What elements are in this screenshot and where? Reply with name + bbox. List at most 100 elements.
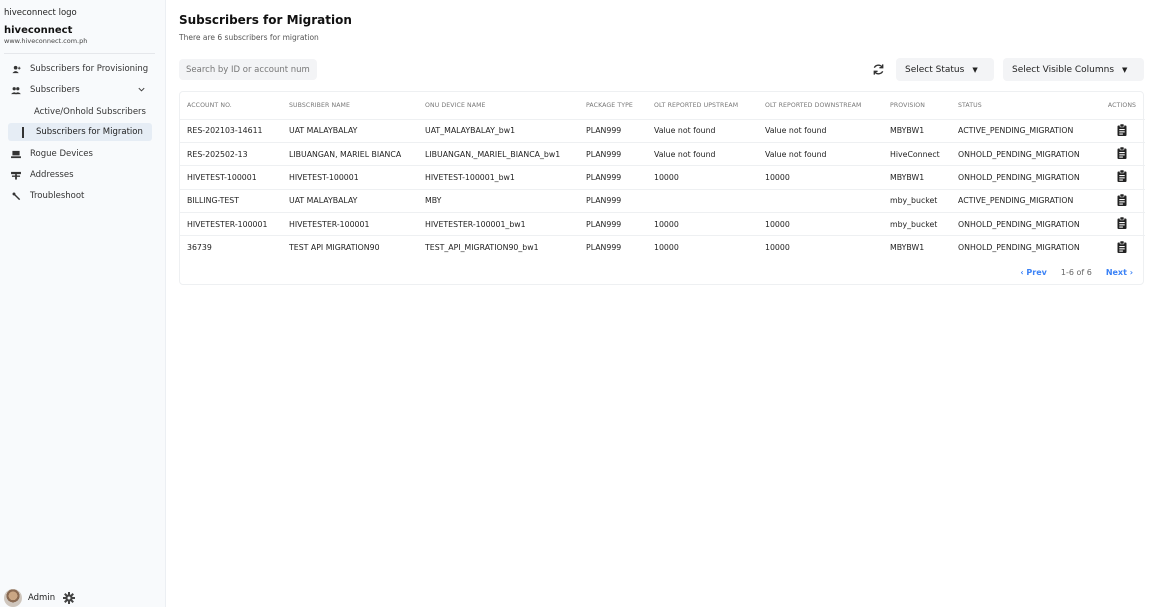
cell-package-type: PLAN999 xyxy=(579,235,647,260)
logo-alt-text: hiveconnect logo xyxy=(4,8,77,18)
cell-onu-device-name: UAT_MALAYBALAY_bw1 xyxy=(418,118,579,143)
table-row[interactable]: 36739 TEST API MIGRATION90 TEST_API_MIGR… xyxy=(180,235,1145,260)
brand-url: www.hiveconnect.com.ph xyxy=(4,37,88,45)
table-header-row: ACCOUNT NO. SUBSCRIBER NAME ONU DEVICE N… xyxy=(180,92,1145,119)
avatar[interactable] xyxy=(4,589,22,607)
users-icon xyxy=(8,86,24,95)
column-header[interactable]: STATUS xyxy=(951,92,1099,119)
prev-page-button[interactable]: ‹ Prev xyxy=(1020,268,1047,277)
cell-status: ONHOLD_PENDING_MIGRATION xyxy=(951,235,1099,260)
column-header[interactable]: PROVISION xyxy=(883,92,951,119)
sidebar-item-addresses[interactable]: Addresses xyxy=(8,166,152,184)
brand-name[interactable]: hiveconnect xyxy=(4,25,72,36)
column-header[interactable]: PACKAGE TYPE xyxy=(579,92,647,119)
table-row[interactable]: HIVETEST-100001 HIVETEST-100001 HIVETEST… xyxy=(180,165,1145,190)
cell-actions xyxy=(1099,141,1145,166)
sidebar-item-active-onhold-subscribers[interactable]: Active/Onhold Subscribers xyxy=(8,103,152,121)
cell-provision: MBYBW1 xyxy=(883,235,951,260)
sidebar-item-label: Troubleshoot xyxy=(30,191,85,201)
sidebar: hiveconnect logo hiveconnect www.hivecon… xyxy=(0,0,166,607)
sidebar-item-label: Active/Onhold Subscribers xyxy=(34,107,146,117)
cell-status: ONHOLD_PENDING_MIGRATION xyxy=(951,141,1099,166)
sidebar-item-subscribers-for-provisioning[interactable]: Subscribers for Provisioning xyxy=(8,60,152,78)
cell-status: ACTIVE_PENDING_MIGRATION xyxy=(951,118,1099,143)
cell-account-no: RES-202502-13 xyxy=(180,141,282,166)
clipboard-icon[interactable] xyxy=(1117,193,1127,206)
sidebar-item-troubleshoot[interactable]: Troubleshoot xyxy=(8,187,152,205)
sidebar-item-label: Subscribers xyxy=(30,85,80,95)
cell-olt-downstream: Value not found xyxy=(758,118,883,143)
cell-olt-upstream: 10000 xyxy=(647,212,758,236)
subscribers-table: ACCOUNT NO. SUBSCRIBER NAME ONU DEVICE N… xyxy=(180,92,1145,260)
select-visible-columns-dropdown[interactable]: Select Visible Columns ▼ xyxy=(1003,58,1144,81)
sidebar-item-subscribers-for-migration[interactable]: Subscribers for Migration xyxy=(8,123,152,141)
cell-provision: MBYBW1 xyxy=(883,118,951,143)
cell-onu-device-name: TEST_API_MIGRATION90_bw1 xyxy=(418,235,579,260)
column-header[interactable]: OLT REPORTED UPSTREAM xyxy=(647,92,758,119)
caret-down-icon: ▼ xyxy=(1122,65,1128,74)
cell-package-type: PLAN999 xyxy=(579,212,647,236)
table-row[interactable]: RES-202103-14611 UAT MALAYBALAY UAT_MALA… xyxy=(180,118,1145,143)
cell-subscriber-name: TEST API MIGRATION90 xyxy=(282,235,418,260)
cell-olt-upstream: Value not found xyxy=(647,141,758,166)
cell-olt-downstream: 10000 xyxy=(758,165,883,190)
sidebar-item-subscribers[interactable]: Subscribers xyxy=(8,81,152,99)
page-title: Subscribers for Migration xyxy=(179,13,352,27)
sidebar-divider xyxy=(4,53,155,54)
cell-package-type: PLAN999 xyxy=(579,165,647,190)
wrench-icon xyxy=(8,192,24,201)
chevron-down-icon[interactable] xyxy=(137,85,146,97)
cell-actions xyxy=(1099,188,1145,213)
cell-provision: mby_bucket xyxy=(883,212,951,236)
cell-package-type: PLAN999 xyxy=(579,188,647,213)
cell-account-no: 36739 xyxy=(180,235,282,260)
gear-icon[interactable] xyxy=(63,592,76,604)
column-header[interactable]: SUBSCRIBER NAME xyxy=(282,92,418,119)
cell-provision: mby_bucket xyxy=(883,188,951,213)
clipboard-icon[interactable] xyxy=(1117,147,1127,160)
clipboard-icon[interactable] xyxy=(1117,217,1127,230)
cell-subscriber-name: HIVETESTER-100001 xyxy=(282,212,418,236)
cell-account-no: HIVETEST-100001 xyxy=(180,165,282,190)
column-header[interactable]: ACCOUNT NO. xyxy=(180,92,282,119)
clipboard-icon[interactable] xyxy=(1117,170,1127,183)
cell-status: ACTIVE_PENDING_MIGRATION xyxy=(951,188,1099,213)
cell-actions xyxy=(1099,165,1145,190)
subscribers-table-card: ACCOUNT NO. SUBSCRIBER NAME ONU DEVICE N… xyxy=(179,91,1145,285)
table-row[interactable]: BILLING-TEST UAT MALAYBALAY MBY PLAN999 … xyxy=(180,188,1145,213)
cell-status: ONHOLD_PENDING_MIGRATION xyxy=(951,212,1099,236)
pagination: ‹ Prev 1-6 of 6 Next › xyxy=(1020,268,1133,277)
search-input[interactable] xyxy=(179,59,317,80)
cell-account-no: RES-202103-14611 xyxy=(180,118,282,143)
user-menu[interactable]: Admin xyxy=(4,589,76,607)
column-header[interactable]: ONU DEVICE NAME xyxy=(418,92,579,119)
select-status-dropdown[interactable]: Select Status ▼ xyxy=(896,58,994,81)
clipboard-icon[interactable] xyxy=(1117,240,1127,253)
cell-actions xyxy=(1099,235,1145,260)
table-row[interactable]: RES-202502-13 LIBUANGAN, MARIEL BIANCA L… xyxy=(180,141,1145,166)
cell-subscriber-name: LIBUANGAN, MARIEL BIANCA xyxy=(282,141,418,166)
cell-account-no: BILLING-TEST xyxy=(180,188,282,213)
cell-provision: HiveConnect xyxy=(883,141,951,166)
sidebar-item-rogue-devices[interactable]: Rogue Devices xyxy=(8,145,152,163)
cell-olt-downstream xyxy=(758,188,883,213)
cell-actions xyxy=(1099,212,1145,236)
cell-account-no: HIVETESTER-100001 xyxy=(180,212,282,236)
main-content: Subscribers for Migration There are 6 su… xyxy=(166,0,1162,607)
refresh-icon[interactable] xyxy=(872,63,885,79)
cell-provision: MBYBW1 xyxy=(883,165,951,190)
table-row[interactable]: HIVETESTER-100001 HIVETESTER-100001 HIVE… xyxy=(180,212,1145,236)
clipboard-icon[interactable] xyxy=(1117,123,1127,136)
column-header[interactable]: OLT REPORTED DOWNSTREAM xyxy=(758,92,883,119)
select-columns-label: Select Visible Columns xyxy=(1012,64,1115,75)
next-page-button[interactable]: Next › xyxy=(1106,268,1133,277)
cell-status: ONHOLD_PENDING_MIGRATION xyxy=(951,165,1099,190)
select-status-label: Select Status xyxy=(905,64,965,75)
cell-onu-device-name: HIVETESTER-100001_bw1 xyxy=(418,212,579,236)
cell-onu-device-name: MBY xyxy=(418,188,579,213)
sidebar-item-label: Addresses xyxy=(30,170,74,180)
user-name: Admin xyxy=(28,593,56,603)
sidebar-item-label: Rogue Devices xyxy=(30,149,93,159)
devices-icon xyxy=(8,150,24,159)
cell-olt-downstream: 10000 xyxy=(758,212,883,236)
